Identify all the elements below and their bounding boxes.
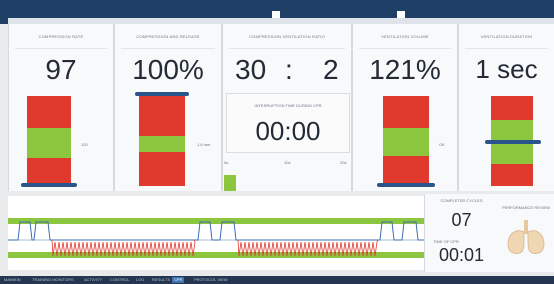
ventilation-volume-target-zone — [383, 128, 429, 156]
compression-rate-scale-label: 120 — [81, 142, 88, 147]
lungs-panel: PERFORMANCE REVIEW — [498, 194, 554, 272]
interruption-progress-bar — [224, 175, 236, 191]
panel-divider — [121, 48, 215, 49]
compression-rate-label: COMPRESSION RATE — [38, 34, 84, 39]
interruption-scale-20: 20s — [340, 160, 347, 165]
compression-release-marker — [135, 92, 189, 96]
cycle-counter-panel: COMPLETED CYCLES 07 TIME OF CPR 00:01 — [424, 194, 498, 272]
compression-release-panel: COMPRESSION AND RELEASE 100% 1.8 mm — [114, 24, 222, 191]
tab-activity[interactable]: ACTIVITY — [84, 277, 102, 283]
lungs-icon — [507, 220, 545, 254]
interruption-scale-10: 10s — [284, 160, 291, 165]
ventilation-duration-value: 1 sec — [475, 54, 538, 84]
compression-release-scale-label: 1.8 mm — [197, 142, 211, 147]
panel-divider — [465, 48, 548, 49]
compression-rate-marker — [21, 183, 77, 187]
cpr-time-label: TIME OF CPR — [433, 239, 459, 244]
compression-rate-panel: COMPRESSION RATE 97 120 — [8, 24, 114, 191]
ventilation-duration-panel: VENTILATION DURATION 1 sec — [458, 24, 554, 191]
tab-manikin[interactable]: MANIKIN — [4, 277, 21, 283]
ventilation-duration-label: VENTILATION DURATION — [480, 34, 533, 39]
completed-cycles-label: COMPLETED CYCLES — [440, 198, 483, 203]
ratio-compressions-value: 30 — [235, 54, 267, 85]
compression-release-target-zone — [139, 136, 185, 152]
compression-rate-value: 97 — [45, 54, 77, 85]
interruption-time-value: 00:00 — [255, 116, 321, 146]
cpr-waveform-chart — [8, 196, 424, 270]
interruption-time-box: INTERRUPTION TIME DURING CPR 00:00 — [226, 93, 350, 153]
tab-cpr[interactable]: CPR — [172, 277, 185, 283]
compression-release-value: 100% — [132, 54, 204, 85]
ratio-label: COMPRESSION VENTILATION RATIO — [249, 34, 325, 39]
waveform-svg — [8, 196, 424, 270]
cpr-time-value: 00:01 — [438, 245, 485, 265]
ventilation-volume-marker — [377, 183, 435, 187]
tab-training-monitors[interactable]: TRAINING MONITORS — [32, 277, 74, 283]
compression-target-band — [8, 252, 424, 258]
ratio-ventilations-value: 2 — [323, 54, 339, 85]
lungs-panel-label: PERFORMANCE REVIEW — [502, 205, 551, 210]
ventilation-volume-label: VENTILATION VOLUME — [381, 34, 429, 39]
tab-log[interactable]: LOG — [136, 277, 144, 283]
panel-divider — [15, 48, 107, 49]
interruption-scale-0: 0s — [224, 160, 229, 165]
panel-divider — [359, 48, 451, 49]
panel-divider — [229, 48, 345, 49]
ventilation-duration-marker — [485, 140, 541, 144]
ventilation-volume-scale-label: OK — [439, 142, 445, 147]
interruption-time-label: INTERRUPTION TIME DURING CPR — [254, 103, 322, 108]
tab-control[interactable]: CONTROL — [110, 277, 130, 283]
tab-protocol-view[interactable]: PROTOCOL VIEW — [194, 277, 228, 283]
bottom-tab-bar: MANIKIN TRAINING MONITORS ACTIVITY CONTR… — [0, 276, 554, 284]
ventilation-volume-panel: VENTILATION VOLUME 121% OK — [352, 24, 458, 191]
ventilation-volume-value: 121% — [369, 54, 441, 85]
ventilation-target-band — [8, 218, 424, 224]
compression-release-label: COMPRESSION AND RELEASE — [136, 34, 200, 39]
top-bar — [0, 0, 554, 24]
completed-cycles-value: 07 — [451, 210, 472, 230]
tab-results[interactable]: RESULTS — [152, 277, 170, 283]
compression-rate-target-zone — [27, 128, 71, 158]
ratio-separator: : — [285, 54, 293, 85]
